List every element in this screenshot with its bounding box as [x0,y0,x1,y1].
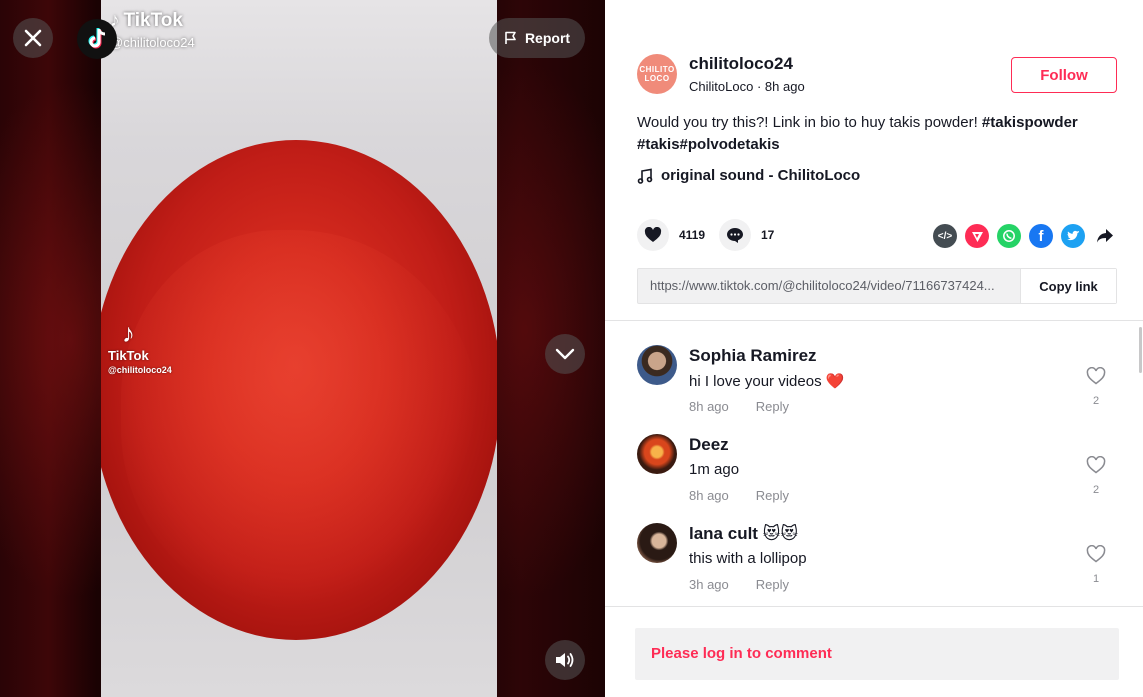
share-options: </> f [933,224,1117,248]
description-text: Would you try this?! Link in bio to huy … [637,114,978,131]
tiktok-logo[interactable] [77,19,117,59]
post-time: 8h ago [764,79,805,94]
heart-icon [644,227,662,242]
share-url[interactable]: https://www.tiktok.com/@chilitoloco24/vi… [638,269,1020,303]
watermark-handle: @chilitoloco24 [108,365,172,375]
reply-button[interactable]: Reply [756,488,789,503]
commenter-name[interactable]: Deez [689,435,729,455]
volume-button[interactable] [545,640,585,680]
comment-text: this with a lollipop [689,550,807,567]
share-arrow-icon [1097,229,1113,243]
embed-button[interactable]: </> [933,224,957,248]
comment-time: 8h ago [689,399,729,414]
report-label: Report [524,30,571,46]
comment-item: lana cult 😻😻 this with a lollipop 3h ago… [637,523,1117,607]
reply-button[interactable]: Reply [756,399,789,414]
comment-like-button[interactable]: 1 [1084,544,1108,585]
like-button[interactable]: 4119 [637,219,705,251]
author-username[interactable]: chilitoloco24 [689,54,793,74]
whatsapp-share-button[interactable] [997,224,1021,248]
video-player[interactable]: ♪ TikTok @chilitoloco24 [101,0,497,697]
reply-button[interactable]: Reply [756,577,789,592]
sound-name: original sound - ChilitoLoco [661,167,861,184]
comment-time: 3h ago [689,577,729,592]
facebook-icon: f [1038,227,1044,245]
comment-button[interactable]: 17 [719,219,774,251]
heart-outline-icon [1086,366,1106,385]
hashtag-link[interactable]: #takis [637,136,680,153]
avatar[interactable]: CHILITO LOCO [637,54,677,94]
comment-text: hi I love your videos ❤️ [689,373,845,390]
commenter-name[interactable]: lana cult 😻😻 [689,524,798,544]
comment-like-count: 1 [1092,573,1100,585]
close-icon [24,29,42,47]
action-bar: 4119 17 </> f [637,219,1117,253]
send-to-friends-button[interactable] [965,224,989,248]
divider [605,606,1143,607]
author-header: CHILITO LOCO chilitoloco24 ChilitoLoco ·… [637,54,1117,98]
comment-like-count: 2 [1092,395,1100,407]
separator: · [756,79,762,94]
author-subline: ChilitoLoco · 8h ago [689,79,805,94]
hashtag-link[interactable]: #takispowder [982,114,1078,131]
music-note-icon [637,168,653,184]
facebook-share-button[interactable]: f [1029,224,1053,248]
share-link-box: https://www.tiktok.com/@chilitoloco24/vi… [637,268,1117,304]
video-stage: ♪ TikTok @chilitoloco24 ♪ TikTok @chilit… [0,0,605,697]
commenter-name[interactable]: Sophia Ramirez [689,346,817,366]
twitter-share-button[interactable] [1061,224,1085,248]
chevron-down-icon [555,348,575,360]
hashtag-link[interactable]: #polvodetakis [680,136,780,153]
watermark-handle: @chilitoloco24 [110,35,195,50]
commenter-avatar[interactable] [637,523,677,563]
watermark-brand: TikTok [108,348,149,363]
speaker-icon [556,653,574,667]
whatsapp-icon [1003,230,1015,242]
comment-like-button[interactable]: 2 [1084,455,1108,496]
comment-count: 17 [761,228,775,242]
copy-link-button[interactable]: Copy link [1020,269,1116,303]
video-description: Would you try this?! Link in bio to huy … [637,112,1117,156]
author-nickname: ChilitoLoco [689,79,754,94]
divider [605,320,1143,321]
code-embed-icon: </> [937,230,953,242]
comments-scrollbar[interactable] [1139,327,1142,373]
tiktok-video-page: ♪ TikTok @chilitoloco24 ♪ TikTok @chilit… [0,0,1143,697]
like-count: 4119 [679,228,706,242]
avatar-text: CHILITO [639,65,675,74]
sound-link[interactable]: original sound - ChilitoLoco [637,167,860,184]
watermark-brand: TikTok [123,10,183,31]
follow-button[interactable]: Follow [1011,57,1117,93]
report-button[interactable]: Report [489,18,585,58]
comment-icon [727,227,743,243]
flag-icon [505,31,516,44]
details-panel: CHILITO LOCO chilitoloco24 ChilitoLoco ·… [605,0,1143,697]
comment-text: 1m ago [689,461,740,478]
top-watermark: ♪ TikTok @chilitoloco24 [110,10,195,50]
comment-like-button[interactable]: 2 [1084,366,1108,407]
twitter-icon [1067,230,1079,241]
next-video-button[interactable] [545,334,585,374]
close-button[interactable] [13,18,53,58]
comment-like-count: 2 [1092,484,1100,496]
avatar-text: LOCO [644,74,670,83]
heart-outline-icon [1086,455,1106,474]
more-share-button[interactable] [1093,224,1117,248]
comment-time: 8h ago [689,488,729,503]
login-to-comment-button[interactable]: Please log in to comment [635,628,1119,680]
comment-item: Deez 1m ago 8h ago Reply 2 [637,434,1117,518]
paper-plane-icon [971,231,983,242]
commenter-avatar[interactable] [637,345,677,385]
comment-item: Sophia Ramirez hi I love your videos ❤️ … [637,345,1117,429]
tiktok-logo-icon [88,28,106,49]
commenter-avatar[interactable] [637,434,677,474]
tiktok-note-icon: ♪ [122,318,135,348]
video-watermark: ♪ TikTok @chilitoloco24 [108,320,198,375]
heart-outline-icon [1086,544,1106,563]
